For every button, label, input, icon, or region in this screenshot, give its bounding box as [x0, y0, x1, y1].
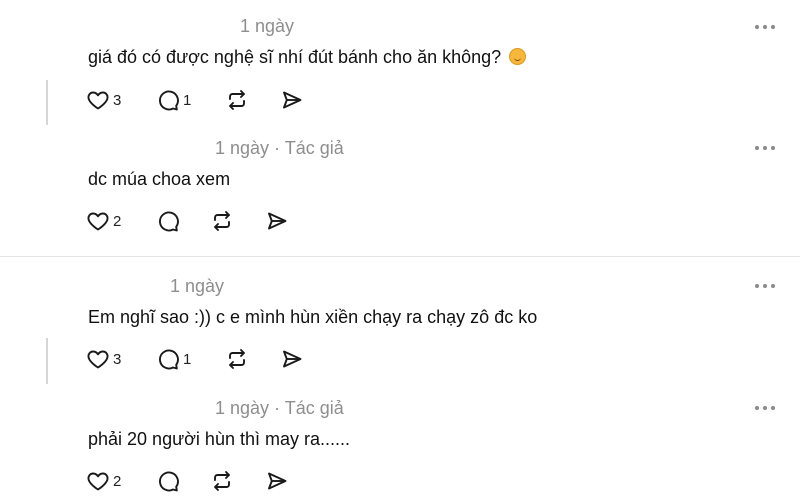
heart-icon	[86, 88, 110, 112]
reply-button[interactable]: 1	[156, 88, 191, 112]
comment-icon	[156, 209, 180, 233]
like-button[interactable]: 3	[86, 88, 121, 112]
like-count: 2	[113, 212, 122, 230]
upside-down-face-icon	[509, 48, 527, 65]
like-count: 3	[113, 91, 122, 109]
comment-actions: 3 1	[0, 86, 800, 116]
repost-icon	[225, 88, 249, 112]
like-count: 3	[113, 350, 122, 368]
thread-divider	[0, 256, 800, 257]
reply-button[interactable]: 1	[156, 347, 191, 371]
repost-icon	[210, 209, 234, 233]
repost-button[interactable]	[225, 88, 249, 112]
comment-text: giá đó có được nghệ sĩ nhí đút bánh cho …	[88, 47, 527, 68]
reply-button[interactable]	[156, 209, 180, 233]
more-options-button[interactable]	[755, 22, 781, 32]
share-button[interactable]	[265, 469, 289, 493]
more-dots-icon	[755, 146, 759, 150]
like-button[interactable]: 2	[86, 209, 121, 233]
comment-text: Em nghĩ sao :)) c e mình hùn xiền chạy r…	[88, 307, 538, 327]
send-icon	[265, 209, 289, 233]
share-button[interactable]	[280, 88, 304, 112]
heart-icon	[86, 347, 110, 371]
comment-meta: 1 ngày	[240, 16, 295, 36]
repost-icon	[210, 469, 234, 493]
comment-icon	[156, 469, 180, 493]
send-icon	[280, 88, 304, 112]
send-icon	[265, 469, 289, 493]
more-options-button[interactable]	[755, 281, 781, 291]
heart-icon	[86, 469, 110, 493]
repost-icon	[225, 347, 249, 371]
comment-text: dc múa choa xem	[88, 169, 231, 189]
comment-meta: 1 ngày	[170, 276, 225, 296]
reply-count: 1	[183, 350, 192, 368]
repost-button[interactable]	[210, 209, 234, 233]
like-button[interactable]: 3	[86, 347, 121, 371]
comment-text: phải 20 người hùn thì may ra......	[88, 429, 350, 449]
more-options-button[interactable]	[755, 143, 781, 153]
like-button[interactable]: 2	[86, 469, 121, 493]
like-count: 2	[113, 472, 122, 490]
comment-icon	[156, 347, 180, 371]
comment-actions: 2	[0, 467, 800, 497]
comment-actions: 3 1	[0, 345, 800, 375]
more-dots-icon	[755, 25, 759, 29]
share-button[interactable]	[265, 209, 289, 233]
repost-button[interactable]	[225, 347, 249, 371]
reply-button[interactable]	[156, 469, 180, 493]
more-options-button[interactable]	[755, 403, 781, 413]
comment-meta: 1 ngày · Tác giả	[215, 138, 344, 158]
comment-actions: 2	[0, 207, 800, 237]
repost-button[interactable]	[210, 469, 234, 493]
heart-icon	[86, 209, 110, 233]
reply-count: 1	[183, 91, 192, 109]
more-dots-icon	[755, 406, 759, 410]
send-icon	[280, 347, 304, 371]
more-dots-icon	[755, 284, 759, 288]
share-button[interactable]	[280, 347, 304, 371]
comment-meta: 1 ngày · Tác giả	[215, 398, 344, 418]
comment-icon	[156, 88, 180, 112]
